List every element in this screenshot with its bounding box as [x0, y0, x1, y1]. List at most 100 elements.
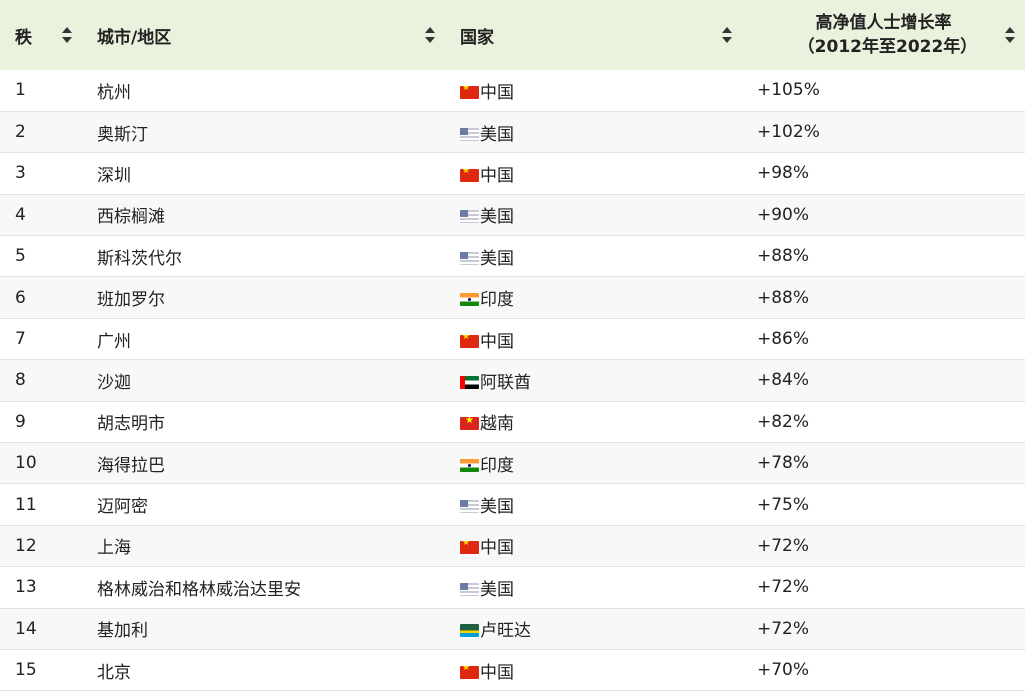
growth-cell: +84% — [757, 370, 810, 391]
sort-icon[interactable] — [1005, 27, 1015, 43]
growth-cell: +98% — [757, 163, 810, 184]
city-cell: 广州 — [97, 331, 131, 352]
rank-cell: 3 — [15, 163, 26, 184]
growth-cell: +88% — [757, 287, 810, 308]
country-cell: 美国 — [445, 484, 742, 525]
growth-cell: +72% — [757, 577, 810, 598]
us-flag-icon — [460, 582, 479, 596]
country-name: 中国 — [480, 538, 514, 559]
growth-cell: +72% — [757, 535, 810, 556]
header-city-label: 城市/地区 — [97, 27, 172, 48]
country-name: 美国 — [480, 579, 514, 600]
us-flag-icon — [460, 127, 479, 141]
table-row: 1 杭州 中国 +105% — [0, 70, 1025, 112]
table-row: 3 深圳 中国 +98% — [0, 153, 1025, 195]
city-cell: 迈阿密 — [97, 497, 148, 518]
city-cell: 奥斯汀 — [97, 124, 148, 145]
country-cell: 美国 — [445, 194, 742, 235]
vn-flag-icon — [460, 417, 479, 431]
country-cell: 印度 — [445, 443, 742, 484]
rank-cell: 6 — [15, 287, 26, 308]
country-name: 卢旺达 — [480, 621, 531, 642]
sort-icon[interactable] — [722, 27, 732, 43]
growth-cell: +82% — [757, 411, 810, 432]
table-row: 12 上海 中国 +72% — [0, 525, 1025, 567]
rank-cell: 10 — [15, 453, 37, 474]
header-growth-period: （2012年至2022年） — [797, 37, 978, 57]
hnwi-growth-table: 秩 城市/地区 国家 高净值人士增长率 （2012年至2022年） 1杭州中国+… — [0, 0, 1025, 691]
header-growth[interactable]: 高净值人士增长率 （2012年至2022年） — [742, 0, 1025, 70]
growth-cell: +70% — [757, 660, 810, 681]
country-name: 美国 — [480, 248, 514, 269]
rank-cell: 8 — [15, 370, 26, 391]
growth-cell: +75% — [757, 494, 810, 515]
growth-cell: +90% — [757, 204, 810, 225]
rank-cell: 5 — [15, 246, 26, 267]
header-country-label: 国家 — [460, 27, 494, 48]
cn-flag-icon — [460, 168, 479, 182]
growth-cell: +88% — [757, 246, 810, 267]
cn-flag-icon — [460, 541, 479, 555]
us-flag-icon — [460, 500, 479, 514]
sort-icon[interactable] — [425, 27, 435, 43]
country-cell: 越南 — [445, 401, 742, 442]
country-cell: 卢旺达 — [445, 608, 742, 649]
rank-cell: 2 — [15, 122, 26, 143]
header-rank[interactable]: 秩 — [0, 0, 82, 70]
country-cell: 中国 — [445, 525, 742, 566]
header-city[interactable]: 城市/地区 — [82, 0, 445, 70]
table-row: 8 沙迦 阿联酋 +84% — [0, 359, 1025, 402]
country-cell: 中国 — [445, 649, 742, 690]
rank-cell: 4 — [15, 204, 26, 225]
table-row: 13 格林威治和格林威治达里安 美国 +72% — [0, 567, 1025, 609]
city-cell: 上海 — [97, 538, 131, 559]
rank-cell: 14 — [15, 618, 37, 639]
us-flag-icon — [460, 251, 479, 265]
table-header-row: 秩 城市/地区 国家 高净值人士增长率 （2012年至2022年） — [0, 0, 1025, 70]
table-row: 11 迈阿密 美国 +75% — [0, 484, 1025, 526]
growth-cell: +105% — [757, 80, 820, 101]
ae-flag-icon — [460, 375, 479, 389]
country-cell: 印度 — [445, 277, 742, 318]
table-row: 5 斯科茨代尔 美国 +88% — [0, 236, 1025, 277]
rank-cell: 1 — [15, 80, 26, 101]
rank-cell: 12 — [15, 535, 37, 556]
country-cell: 中国 — [445, 70, 742, 111]
growth-cell: +86% — [757, 329, 810, 350]
country-name: 越南 — [480, 414, 514, 435]
country-name: 中国 — [480, 331, 514, 352]
table-row: 6 班加罗尔 印度 +88% — [0, 276, 1025, 319]
country-name: 美国 — [480, 207, 514, 228]
city-cell: 胡志明市 — [97, 414, 165, 435]
country-name: 中国 — [480, 662, 514, 683]
cn-flag-icon — [460, 334, 479, 348]
rw-flag-icon — [460, 624, 479, 638]
table-row: 4 西棕榈滩 美国 +90% — [0, 194, 1025, 236]
rank-cell: 7 — [15, 329, 26, 350]
country-name: 中国 — [480, 82, 514, 103]
table-row: 9 胡志明市 越南 +82% — [0, 401, 1025, 443]
sort-icon[interactable] — [62, 27, 72, 43]
country-cell: 美国 — [445, 236, 742, 277]
city-cell: 海得拉巴 — [97, 455, 165, 476]
in-flag-icon — [460, 458, 479, 472]
country-name: 中国 — [480, 165, 514, 186]
rank-cell: 13 — [15, 577, 37, 598]
cn-flag-icon — [460, 665, 479, 679]
table-row: 14 基加利 卢旺达 +72% — [0, 608, 1025, 650]
us-flag-icon — [460, 210, 479, 224]
country-name: 美国 — [480, 124, 514, 145]
rank-cell: 15 — [15, 660, 37, 681]
table-row: 15 北京 中国 +70% — [0, 649, 1025, 691]
city-cell: 杭州 — [97, 82, 131, 103]
header-country[interactable]: 国家 — [445, 0, 742, 70]
country-name: 阿联酋 — [480, 372, 531, 393]
table-row: 2 奥斯汀 美国 +102% — [0, 111, 1025, 153]
city-cell: 斯科茨代尔 — [97, 248, 182, 269]
country-cell: 阿联酋 — [445, 360, 742, 401]
country-cell: 中国 — [445, 153, 742, 194]
rank-cell: 9 — [15, 411, 26, 432]
country-name: 印度 — [480, 455, 514, 476]
table-row: 10 海得拉巴 印度 +78% — [0, 442, 1025, 484]
growth-cell: +78% — [757, 453, 810, 474]
